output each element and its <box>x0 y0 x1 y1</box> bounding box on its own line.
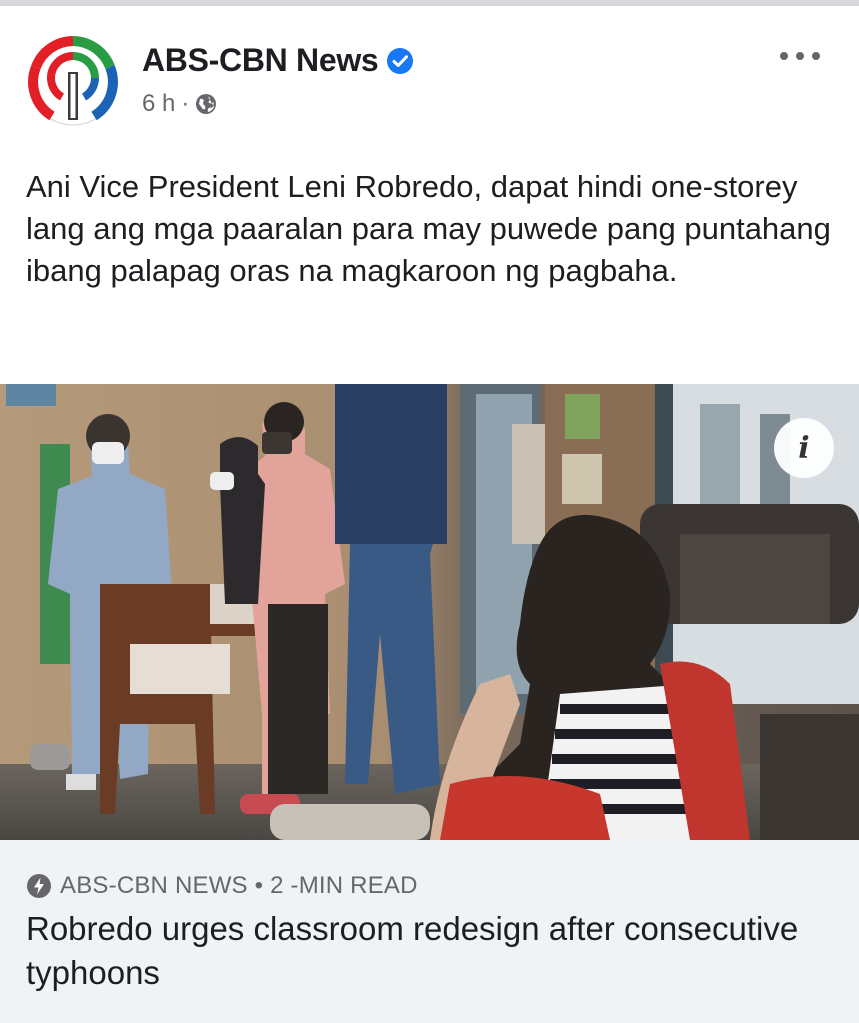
post-header: ABS-CBN News 6 h · <box>0 6 859 146</box>
info-icon[interactable]: i <box>774 418 834 478</box>
link-title[interactable]: Robredo urges classroom redesign after c… <box>26 907 826 995</box>
bolt-icon <box>27 874 51 898</box>
post-photo[interactable] <box>0 384 859 840</box>
more-options-icon[interactable] <box>778 46 824 66</box>
post-caption: Ani Vice President Leni Robredo, dapat h… <box>26 169 831 288</box>
post-time[interactable]: 6 h <box>142 90 175 118</box>
globe-icon[interactable] <box>195 93 217 115</box>
link-source-text: ABS-CBN NEWS • 2 -MIN READ <box>60 872 418 899</box>
verified-badge-icon <box>387 47 414 74</box>
page-name[interactable]: ABS-CBN News <box>142 42 414 79</box>
meta-separator: · <box>181 90 190 117</box>
abs-cbn-logo[interactable] <box>26 34 120 128</box>
post-meta: 6 h · <box>142 90 217 118</box>
page-name-text[interactable]: ABS-CBN News <box>142 42 379 79</box>
link-source: ABS-CBN NEWS • 2 -MIN READ <box>26 872 418 900</box>
